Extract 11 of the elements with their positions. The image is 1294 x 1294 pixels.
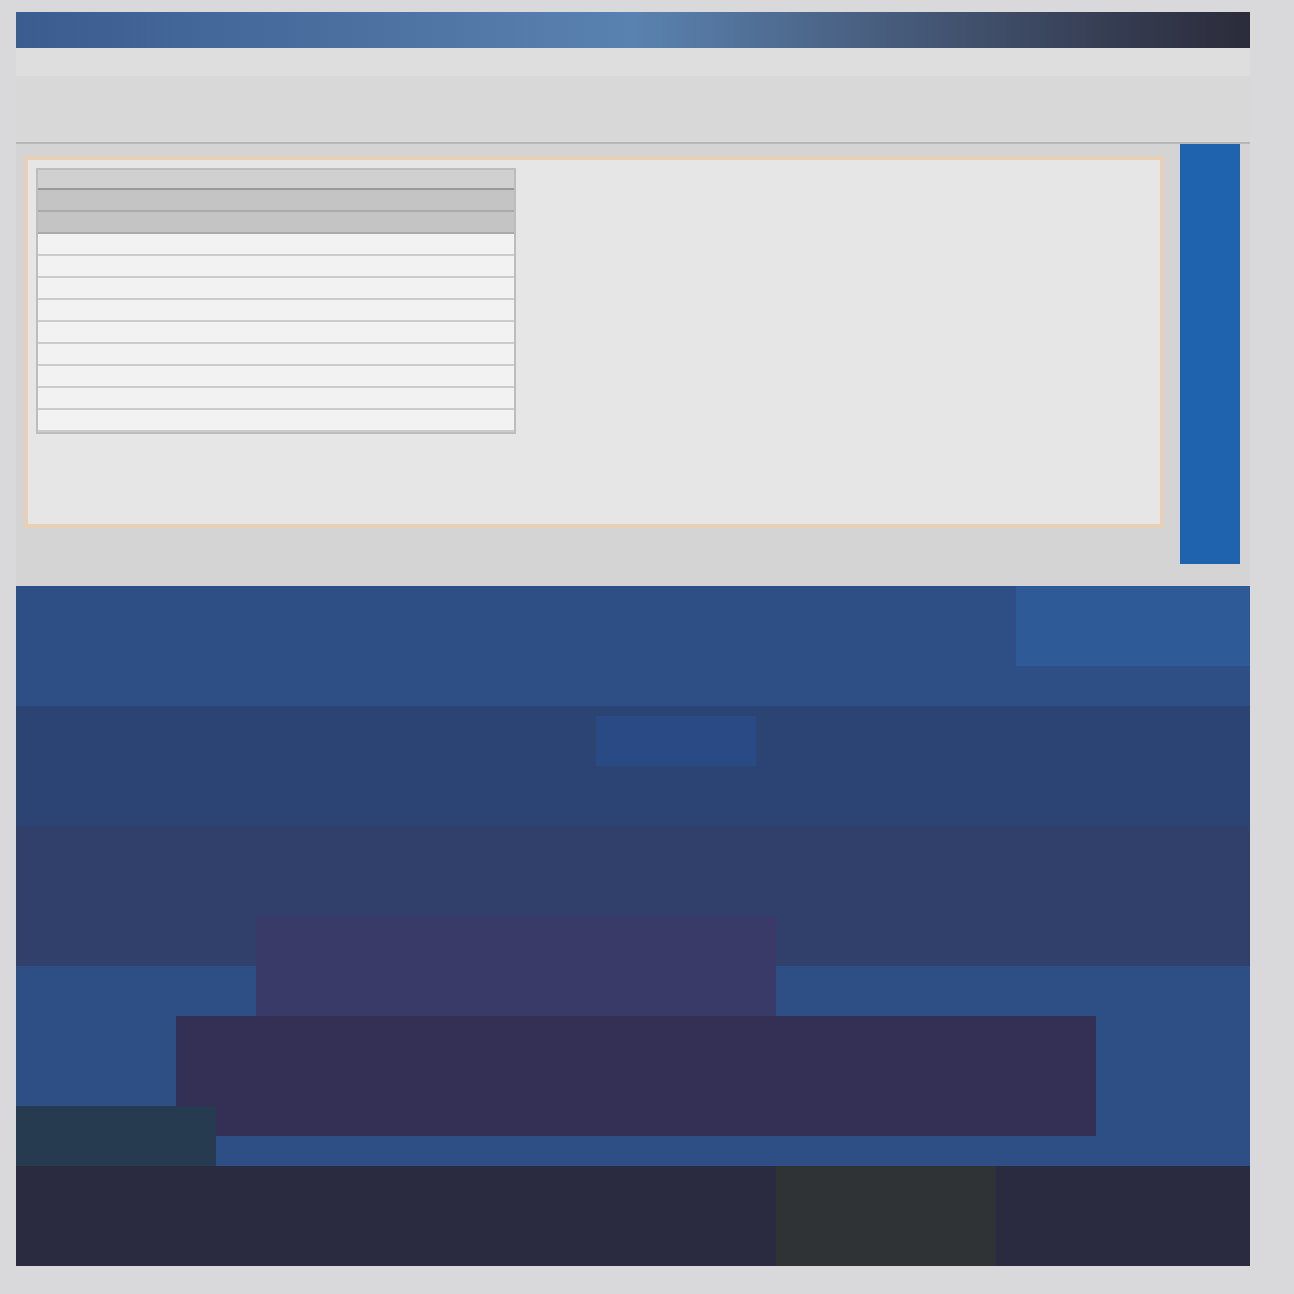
table-row[interactable] — [38, 300, 514, 322]
table-row[interactable] — [38, 278, 514, 300]
table-row[interactable] — [38, 190, 514, 212]
table-row[interactable] — [38, 322, 514, 344]
table-row[interactable] — [38, 366, 514, 388]
table-row[interactable] — [38, 212, 514, 234]
table-row[interactable] — [38, 388, 514, 410]
table-row[interactable] — [38, 410, 514, 432]
table-row[interactable] — [38, 234, 514, 256]
table-row[interactable] — [38, 344, 514, 366]
table-row[interactable] — [38, 256, 514, 278]
